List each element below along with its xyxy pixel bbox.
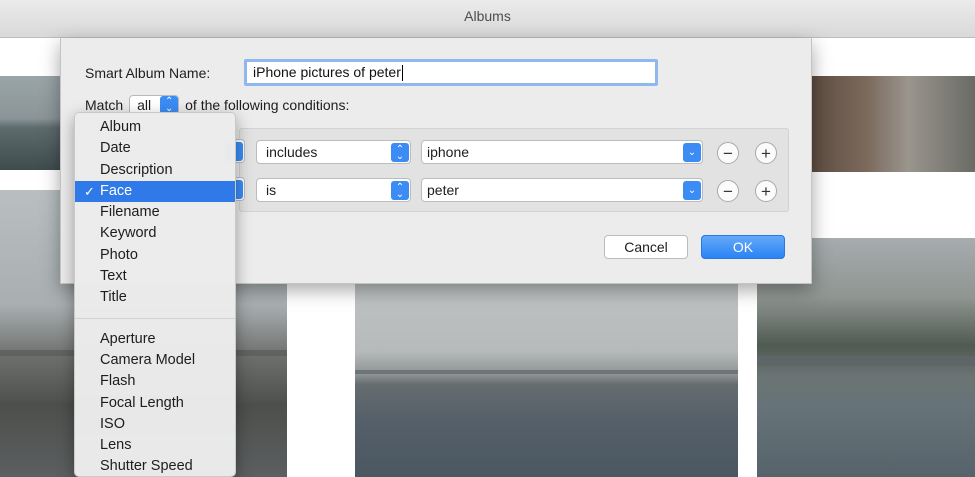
minus-icon: − xyxy=(723,143,733,163)
menu-item-flash[interactable]: Flash xyxy=(75,371,235,392)
condition-row: includes ⌃ ⌄ iphone ⌄ − + xyxy=(240,140,788,166)
menu-item-description[interactable]: Description xyxy=(75,160,235,181)
menu-item-iso[interactable]: ISO xyxy=(75,414,235,435)
menu-item-photo[interactable]: Photo xyxy=(75,245,235,266)
menu-item-date[interactable]: Date xyxy=(75,138,235,159)
plus-icon: + xyxy=(761,181,771,201)
condition-value: iphone xyxy=(427,144,470,160)
menu-separator xyxy=(75,317,235,319)
album-name-input[interactable]: iPhone pictures of peter xyxy=(244,59,658,86)
menu-item-shutter-speed[interactable]: Shutter Speed xyxy=(75,456,235,477)
condition-value-combo[interactable]: iphone ⌄ xyxy=(421,140,703,164)
menu-item-title[interactable]: Title xyxy=(75,287,235,308)
menu-item-filename[interactable]: Filename xyxy=(75,202,235,223)
menu-item-focal-length[interactable]: Focal Length xyxy=(75,393,235,414)
popup-stepper-icon: ⌃⌄ xyxy=(391,143,409,162)
condition-value: peter xyxy=(427,182,459,198)
condition-operator-value: is xyxy=(266,182,277,198)
photo-thumbnail[interactable] xyxy=(0,76,60,170)
menu-item-keyword[interactable]: Keyword xyxy=(75,223,235,244)
window-title: Albums xyxy=(464,8,511,24)
conditions-area: includes ⌃ ⌄ iphone ⌄ − + is ⌃ ⌄ peter ⌄ −… xyxy=(239,128,789,212)
condition-operator-popup[interactable]: is ⌃ ⌄ xyxy=(256,178,411,202)
plus-icon: + xyxy=(761,143,771,163)
popup-stepper-icon: ⌃⌄ xyxy=(391,181,409,200)
photo-thumbnail[interactable] xyxy=(808,76,975,172)
menu-item-album[interactable]: Album xyxy=(75,117,235,138)
combo-chevron-icon: ⌄ xyxy=(683,143,701,162)
field-dropdown-menu: Album Date Description ✓ Face Filename K… xyxy=(74,112,236,477)
condition-value-combo[interactable]: peter ⌄ xyxy=(421,178,703,202)
add-condition-button[interactable]: + xyxy=(755,180,777,202)
match-prefix-label: Match xyxy=(85,97,124,113)
checkmark-icon: ✓ xyxy=(84,183,95,199)
match-mode-value: all xyxy=(137,97,152,113)
photo-thumbnail[interactable] xyxy=(355,284,738,477)
match-suffix-label: of the following conditions: xyxy=(185,97,350,113)
condition-row: is ⌃ ⌄ peter ⌄ − + xyxy=(240,178,788,204)
cancel-button[interactable]: Cancel xyxy=(604,235,688,259)
menu-item-text[interactable]: Text xyxy=(75,266,235,287)
condition-operator-value: includes xyxy=(266,144,318,160)
menu-item-lens[interactable]: Lens xyxy=(75,435,235,456)
remove-condition-button[interactable]: − xyxy=(717,142,739,164)
album-name-value: iPhone pictures of peter xyxy=(253,64,401,80)
add-condition-button[interactable]: + xyxy=(755,142,777,164)
menu-item-aperture[interactable]: Aperture xyxy=(75,329,235,350)
condition-operator-popup[interactable]: includes ⌃ ⌄ xyxy=(256,140,411,164)
album-name-label: Smart Album Name: xyxy=(85,65,211,81)
window-titlebar: Albums xyxy=(0,0,975,38)
combo-chevron-icon: ⌄ xyxy=(683,181,701,200)
minus-icon: − xyxy=(723,181,733,201)
remove-condition-button[interactable]: − xyxy=(717,180,739,202)
menu-item-face[interactable]: ✓ Face xyxy=(75,180,235,203)
menu-item-camera-model[interactable]: Camera Model xyxy=(75,350,235,371)
ok-button[interactable]: OK xyxy=(701,235,785,259)
text-caret xyxy=(401,65,403,82)
